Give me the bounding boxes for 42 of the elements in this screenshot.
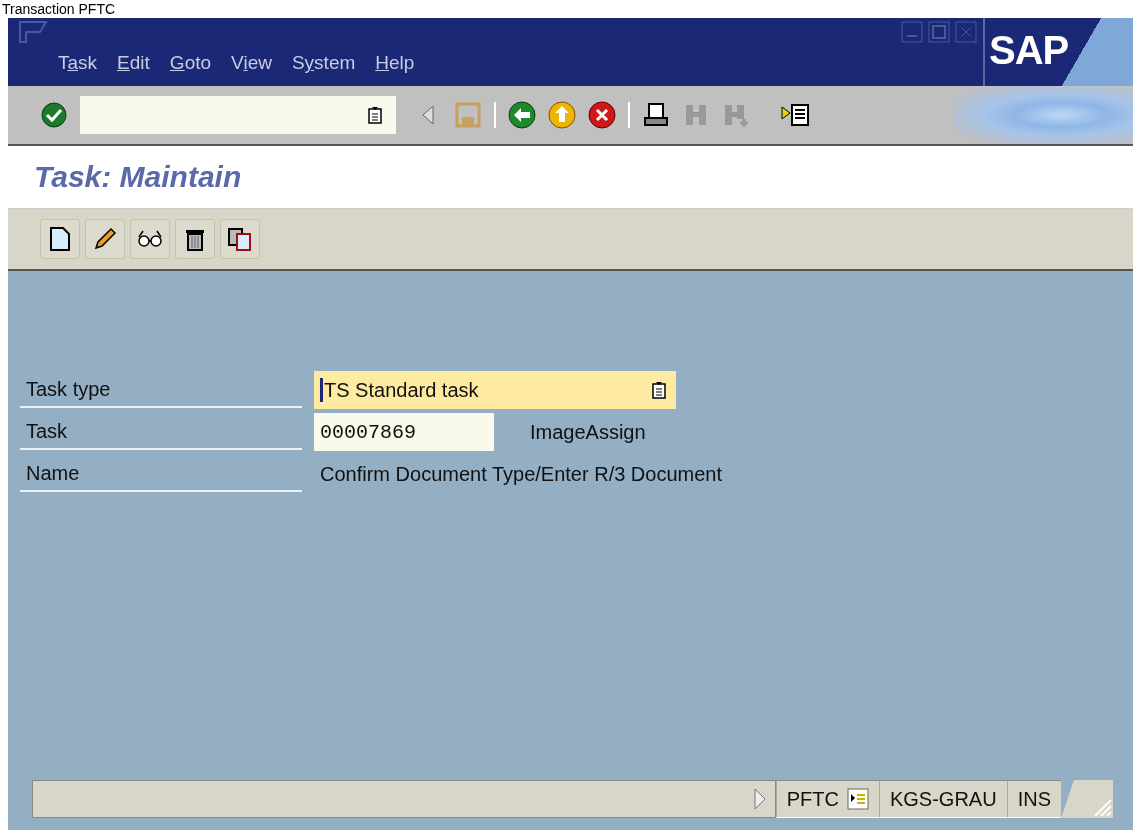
menu-item[interactable]: Help bbox=[375, 46, 429, 74]
field-label: Name bbox=[20, 456, 302, 492]
field-label: Task type bbox=[20, 372, 302, 408]
insert-mode: INS bbox=[1006, 780, 1061, 818]
layout-menu-icon bbox=[781, 102, 811, 128]
expand-triangle-icon[interactable] bbox=[752, 787, 767, 811]
task-type-dropdown[interactable]: TS Standard task bbox=[314, 371, 676, 409]
user-name: KGS-GRAU bbox=[878, 780, 1007, 818]
cancel-icon bbox=[588, 101, 616, 129]
screen-title: Task: Maintain bbox=[34, 160, 242, 194]
menu-item[interactable]: Edit bbox=[117, 46, 164, 74]
list-icon[interactable] bbox=[846, 788, 869, 810]
copy-pages-icon bbox=[227, 226, 253, 252]
logo: SAP bbox=[989, 30, 1069, 70]
change-button[interactable] bbox=[85, 219, 125, 259]
command-field[interactable] bbox=[80, 96, 396, 134]
page-caption: Transaction PFTC bbox=[1, 0, 117, 18]
create-button[interactable] bbox=[40, 219, 80, 259]
pencil-icon bbox=[92, 226, 118, 252]
check-icon bbox=[41, 102, 67, 128]
menu-item[interactable]: View bbox=[231, 46, 286, 74]
back-button[interactable] bbox=[506, 99, 538, 131]
glasses-icon bbox=[136, 228, 164, 250]
dropdown-icon bbox=[652, 381, 666, 399]
transaction-code: PFTC bbox=[786, 787, 839, 811]
delete-button[interactable] bbox=[175, 219, 215, 259]
printer-icon bbox=[642, 101, 670, 129]
left-triangle-icon bbox=[421, 104, 435, 126]
input-field[interactable]: 00007869 bbox=[314, 413, 494, 451]
dropdown-icon bbox=[368, 106, 382, 124]
enter-button[interactable] bbox=[38, 99, 70, 131]
field-description: ImageAssign bbox=[530, 420, 646, 444]
menu-item[interactable]: Task bbox=[58, 46, 112, 74]
cancel-button[interactable] bbox=[586, 99, 618, 131]
blank-page-icon bbox=[48, 226, 72, 252]
field-label: Task bbox=[20, 414, 302, 450]
menu-item[interactable]: System bbox=[291, 46, 370, 74]
display-button[interactable] bbox=[130, 219, 170, 259]
menu-item[interactable]: Goto bbox=[169, 46, 226, 74]
copy-button[interactable] bbox=[220, 219, 260, 259]
field-value: Confirm Document Type/Enter R/3 Document bbox=[320, 462, 723, 486]
exit-button[interactable] bbox=[546, 99, 578, 131]
